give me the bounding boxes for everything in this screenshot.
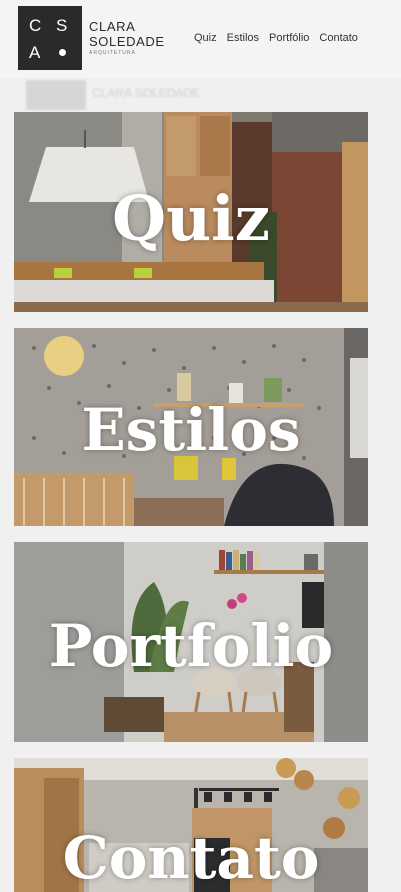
page: C S A CLARA SOLEDADE ARQUITETURA Quiz Es… (0, 0, 401, 892)
brand-name: CLARA SOLEDADE (89, 19, 165, 49)
main-nav: Quiz Estilos Portfólio Contato (194, 32, 358, 44)
card-label-contato: Contato (62, 824, 320, 892)
ghost-header: CLARA SOLEDADE (22, 80, 382, 110)
card-contato[interactable]: Contato (14, 758, 368, 892)
logo-letter-s: S (56, 16, 68, 35)
site-header: C S A CLARA SOLEDADE ARQUITETURA Quiz Es… (0, 0, 401, 78)
brand-name-line2: SOLEDADE (89, 34, 165, 49)
card-quiz[interactable]: Quiz (14, 112, 368, 312)
nav-link-contato[interactable]: Contato (319, 32, 358, 44)
nav-link-estilos[interactable]: Estilos (227, 32, 259, 44)
logo[interactable]: C S A (18, 6, 82, 70)
card-label-quiz: Quiz (112, 182, 270, 255)
nav-link-portfolio[interactable]: Portfólio (269, 32, 309, 44)
ghost-text: CLARA SOLEDADE (92, 86, 201, 100)
logo-letter-a: A (29, 43, 41, 62)
brand-name-line1: CLARA (89, 19, 136, 34)
nav-link-quiz[interactable]: Quiz (194, 32, 217, 44)
card-label-estilos: Estilos (81, 396, 301, 464)
card-portfolio[interactable]: Portfolio (14, 542, 368, 742)
card-estilos[interactable]: Estilos (14, 328, 368, 526)
logo-letter-c: C (29, 16, 42, 35)
card-label-portfolio: Portfolio (48, 612, 334, 680)
ghost-logo (26, 80, 86, 110)
logo-dot-icon (59, 49, 66, 56)
brand-tagline: ARQUITETURA (89, 50, 136, 56)
